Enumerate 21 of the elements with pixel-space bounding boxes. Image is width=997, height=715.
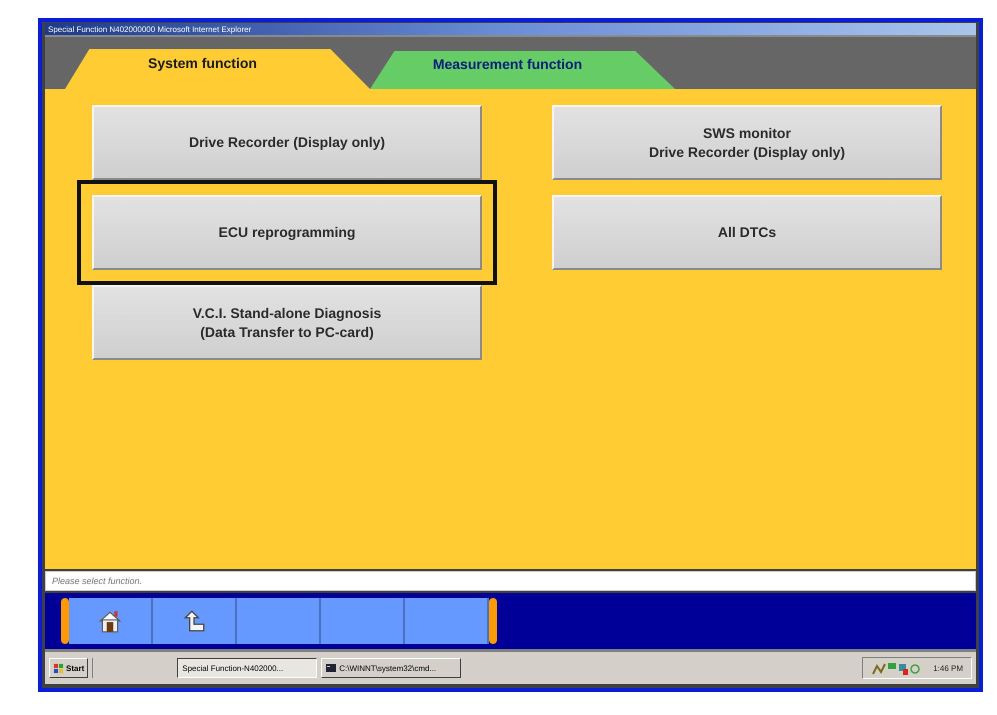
toolbar-button[interactable] [69, 598, 153, 644]
tray-icons [871, 660, 922, 676]
taskbar-item[interactable]: Special Function-N402000... [177, 658, 318, 678]
windows-flag-icon [53, 662, 64, 674]
clock-text: 1:46 PM [933, 664, 963, 672]
function-button[interactable]: SWS monitor Drive Recorder (Display only) [552, 105, 942, 180]
function-button[interactable]: All DTCs [552, 195, 942, 270]
tab[interactable]: Measurement function [370, 51, 675, 89]
return-arrow-icon [181, 608, 207, 634]
function-button[interactable]: V.C.I. Stand-alone Diagnosis (Data Transfer to PC-card) [92, 285, 482, 360]
function-button[interactable]: ECU reprogramming [92, 195, 482, 270]
window-title: Special Function N402000000 Microsoft Internet Explorer [48, 24, 252, 34]
taskbar-item[interactable]: C:\WINNT\system32\cmd... [321, 658, 462, 678]
function-button[interactable]: Drive Recorder (Display only) [92, 105, 482, 180]
toolbar-cap [489, 598, 497, 644]
message-text: Please select function. [52, 576, 142, 586]
tab[interactable]: System function [65, 49, 370, 89]
console-icon [326, 664, 336, 672]
toolbar-button[interactable] [153, 598, 237, 644]
toolbar-cap [61, 598, 69, 644]
start-button[interactable]: Start [49, 658, 88, 678]
